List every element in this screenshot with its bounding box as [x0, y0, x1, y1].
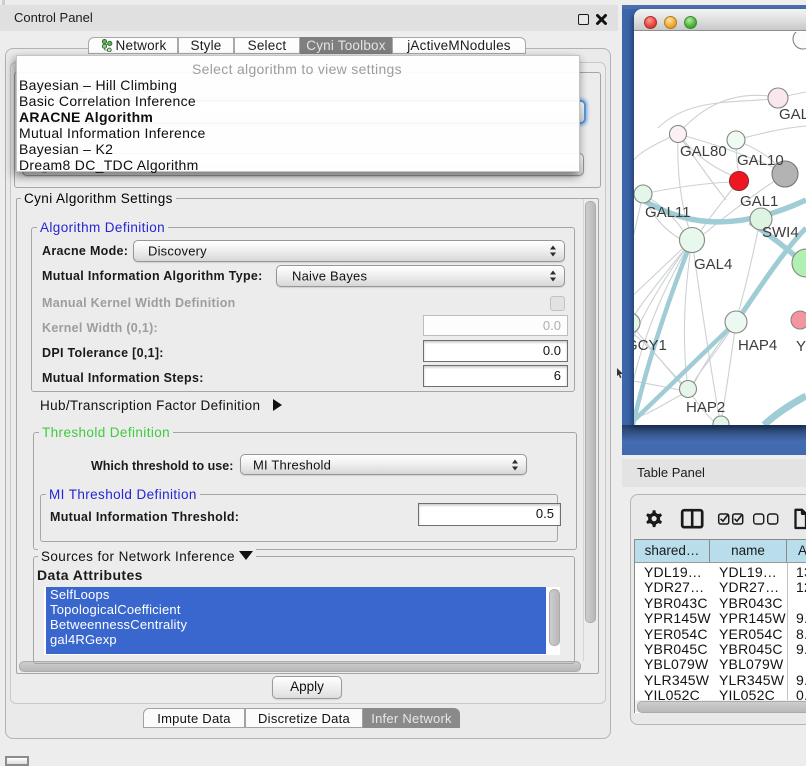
svg-text:GAL4: GAL4 — [694, 256, 732, 273]
svg-text:Y: Y — [796, 338, 806, 355]
svg-text:HAP2: HAP2 — [686, 399, 725, 416]
svg-text:GAL80: GAL80 — [680, 143, 727, 160]
svg-text:GCY1: GCY1 — [634, 337, 667, 354]
svg-text:HAP4: HAP4 — [738, 337, 777, 354]
svg-text:SWI4: SWI4 — [762, 224, 799, 241]
svg-text:GAL11: GAL11 — [645, 204, 691, 221]
svg-text:GAL1: GAL1 — [740, 193, 778, 210]
svg-text:GAL10: GAL10 — [737, 152, 784, 169]
svg-text:GAL2: GAL2 — [779, 106, 806, 123]
